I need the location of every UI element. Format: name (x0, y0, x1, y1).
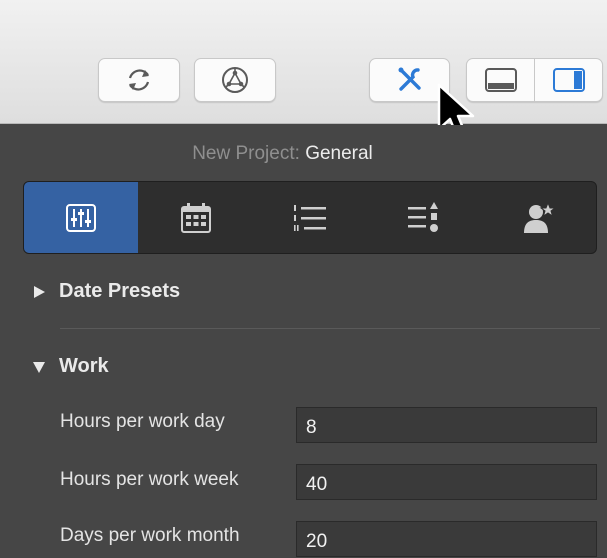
toggle-right-sidebar-button[interactable] (534, 59, 602, 101)
work-label: Work (59, 355, 109, 377)
disclosure-down-icon (33, 361, 45, 373)
calendar-icon (180, 202, 211, 233)
inspector-subtitle: New Project: General (0, 143, 565, 165)
tab-resources[interactable] (482, 182, 596, 253)
tab-priority[interactable] (367, 182, 481, 253)
date-presets-disclosure[interactable]: Date Presets (31, 280, 180, 303)
window-toolbar (0, 0, 607, 124)
subtitle-name: General (305, 143, 373, 164)
sync-button[interactable] (98, 58, 180, 102)
right-sidebar-icon (552, 68, 585, 92)
tab-calendar[interactable] (138, 182, 252, 253)
date-presets-label: Date Presets (59, 280, 181, 302)
share-icon (222, 67, 248, 93)
hours-per-day-label: Hours per work day (60, 411, 225, 432)
days-per-month-field[interactable]: 20 (296, 521, 597, 557)
work-disclosure[interactable]: Work (31, 355, 109, 378)
resource-star-icon (523, 201, 556, 233)
days-per-month-label: Days per work month (60, 525, 240, 546)
view-segmented-control (466, 58, 603, 102)
outline-list-icon (294, 204, 327, 231)
tools-icon (398, 67, 421, 91)
priority-list-icon (408, 201, 439, 232)
hours-per-day-field[interactable]: 8 (296, 407, 597, 443)
hours-per-week-field[interactable]: 40 (296, 464, 597, 500)
disclosure-right-icon (34, 285, 45, 298)
inspector-tab-bar (23, 181, 597, 254)
bottom-panel-icon (484, 68, 517, 92)
share-button[interactable] (194, 58, 276, 102)
section-divider (60, 328, 600, 329)
sync-icon (128, 69, 150, 91)
tab-outline[interactable] (253, 182, 367, 253)
subtitle-prefix: New Project: (192, 143, 300, 164)
hours-per-week-label: Hours per work week (60, 469, 239, 490)
tab-general[interactable] (24, 182, 139, 253)
sliders-icon (66, 203, 97, 232)
